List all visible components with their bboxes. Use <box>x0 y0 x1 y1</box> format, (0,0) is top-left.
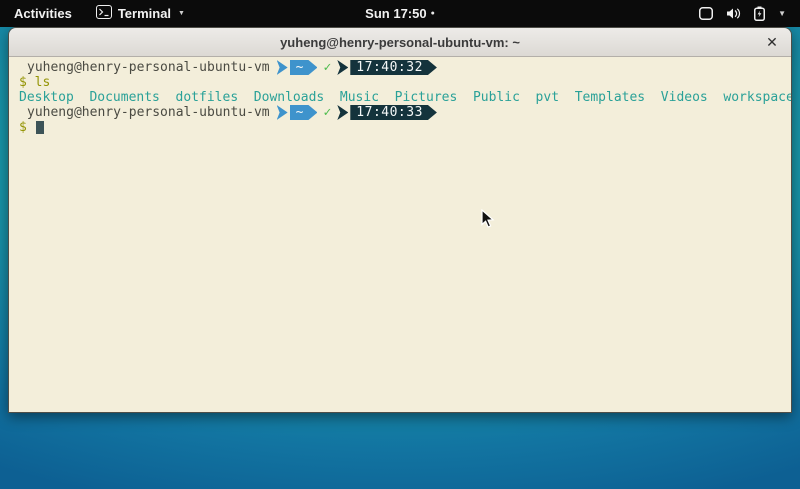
app-menu-label: Terminal <box>118 6 171 21</box>
time-segment: 17:40:32 <box>350 60 437 75</box>
prompt-userhost: yuheng@henry-personal-ubuntu-vm <box>27 60 270 75</box>
command-text <box>27 75 35 90</box>
prompt-line-1: yuheng@henry-personal-ubuntu-vm ~ ✓ 17:4… <box>19 60 781 75</box>
screen-icon <box>699 7 713 20</box>
time-segment: 17:40:33 <box>350 105 437 120</box>
titlebar[interactable]: yuheng@henry-personal-ubuntu-vm: ~ ✕ <box>9 28 791 57</box>
close-icon: ✕ <box>766 34 778 51</box>
ls-output-line: Desktop Documents dotfiles Downloads Mus… <box>19 90 781 105</box>
prompt-symbol: $ <box>19 120 27 135</box>
status-check-icon: ✓ <box>323 60 331 75</box>
activities-label: Activities <box>14 6 72 21</box>
terminal-window: yuheng@henry-personal-ubuntu-vm: ~ ✕ yuh… <box>8 27 792 413</box>
cwd-segment: ~ <box>290 60 318 75</box>
terminal-cursor <box>36 121 44 134</box>
prompt-line-2: yuheng@henry-personal-ubuntu-vm ~ ✓ 17:4… <box>19 105 781 120</box>
command-line: $ ls <box>19 75 781 90</box>
terminal-screen[interactable]: yuheng@henry-personal-ubuntu-vm ~ ✓ 17:4… <box>9 57 791 412</box>
terminal-app-icon <box>96 5 112 22</box>
input-line[interactable]: $ <box>19 120 781 135</box>
command-value: ls <box>35 75 51 90</box>
prompt-userhost: yuheng@henry-personal-ubuntu-vm <box>27 105 270 120</box>
window-title: yuheng@henry-personal-ubuntu-vm: ~ <box>280 35 520 50</box>
close-button[interactable]: ✕ <box>762 32 782 52</box>
system-menu-chevron-icon: ▼ <box>778 9 786 18</box>
cwd-arrow-icon <box>277 105 288 120</box>
volume-icon <box>726 7 741 20</box>
time-arrow-icon <box>337 60 348 75</box>
time-arrow-icon <box>337 105 348 120</box>
system-menu[interactable]: ▼ <box>685 0 800 27</box>
activities-button[interactable]: Activities <box>0 0 86 27</box>
clock-button[interactable]: Sun 17:50 ● <box>355 0 445 27</box>
app-menu-chevron-icon: ▼ <box>178 10 185 17</box>
prompt-symbol: $ <box>19 75 27 90</box>
cwd-segment: ~ <box>290 105 318 120</box>
ls-output: Desktop Documents dotfiles Downloads Mus… <box>19 90 792 105</box>
top-bar: Activities Terminal ▼ Sun 17:50 ● <box>0 0 800 27</box>
app-menu[interactable]: Terminal ▼ <box>86 0 195 27</box>
desktop-background: { "top_bar": { "activities_label": "Acti… <box>0 0 800 489</box>
clock-label: Sun 17:50 <box>365 6 426 21</box>
notification-dot: ● <box>431 10 435 17</box>
battery-charging-icon <box>754 6 765 21</box>
status-check-icon: ✓ <box>323 105 331 120</box>
cwd-arrow-icon <box>277 60 288 75</box>
